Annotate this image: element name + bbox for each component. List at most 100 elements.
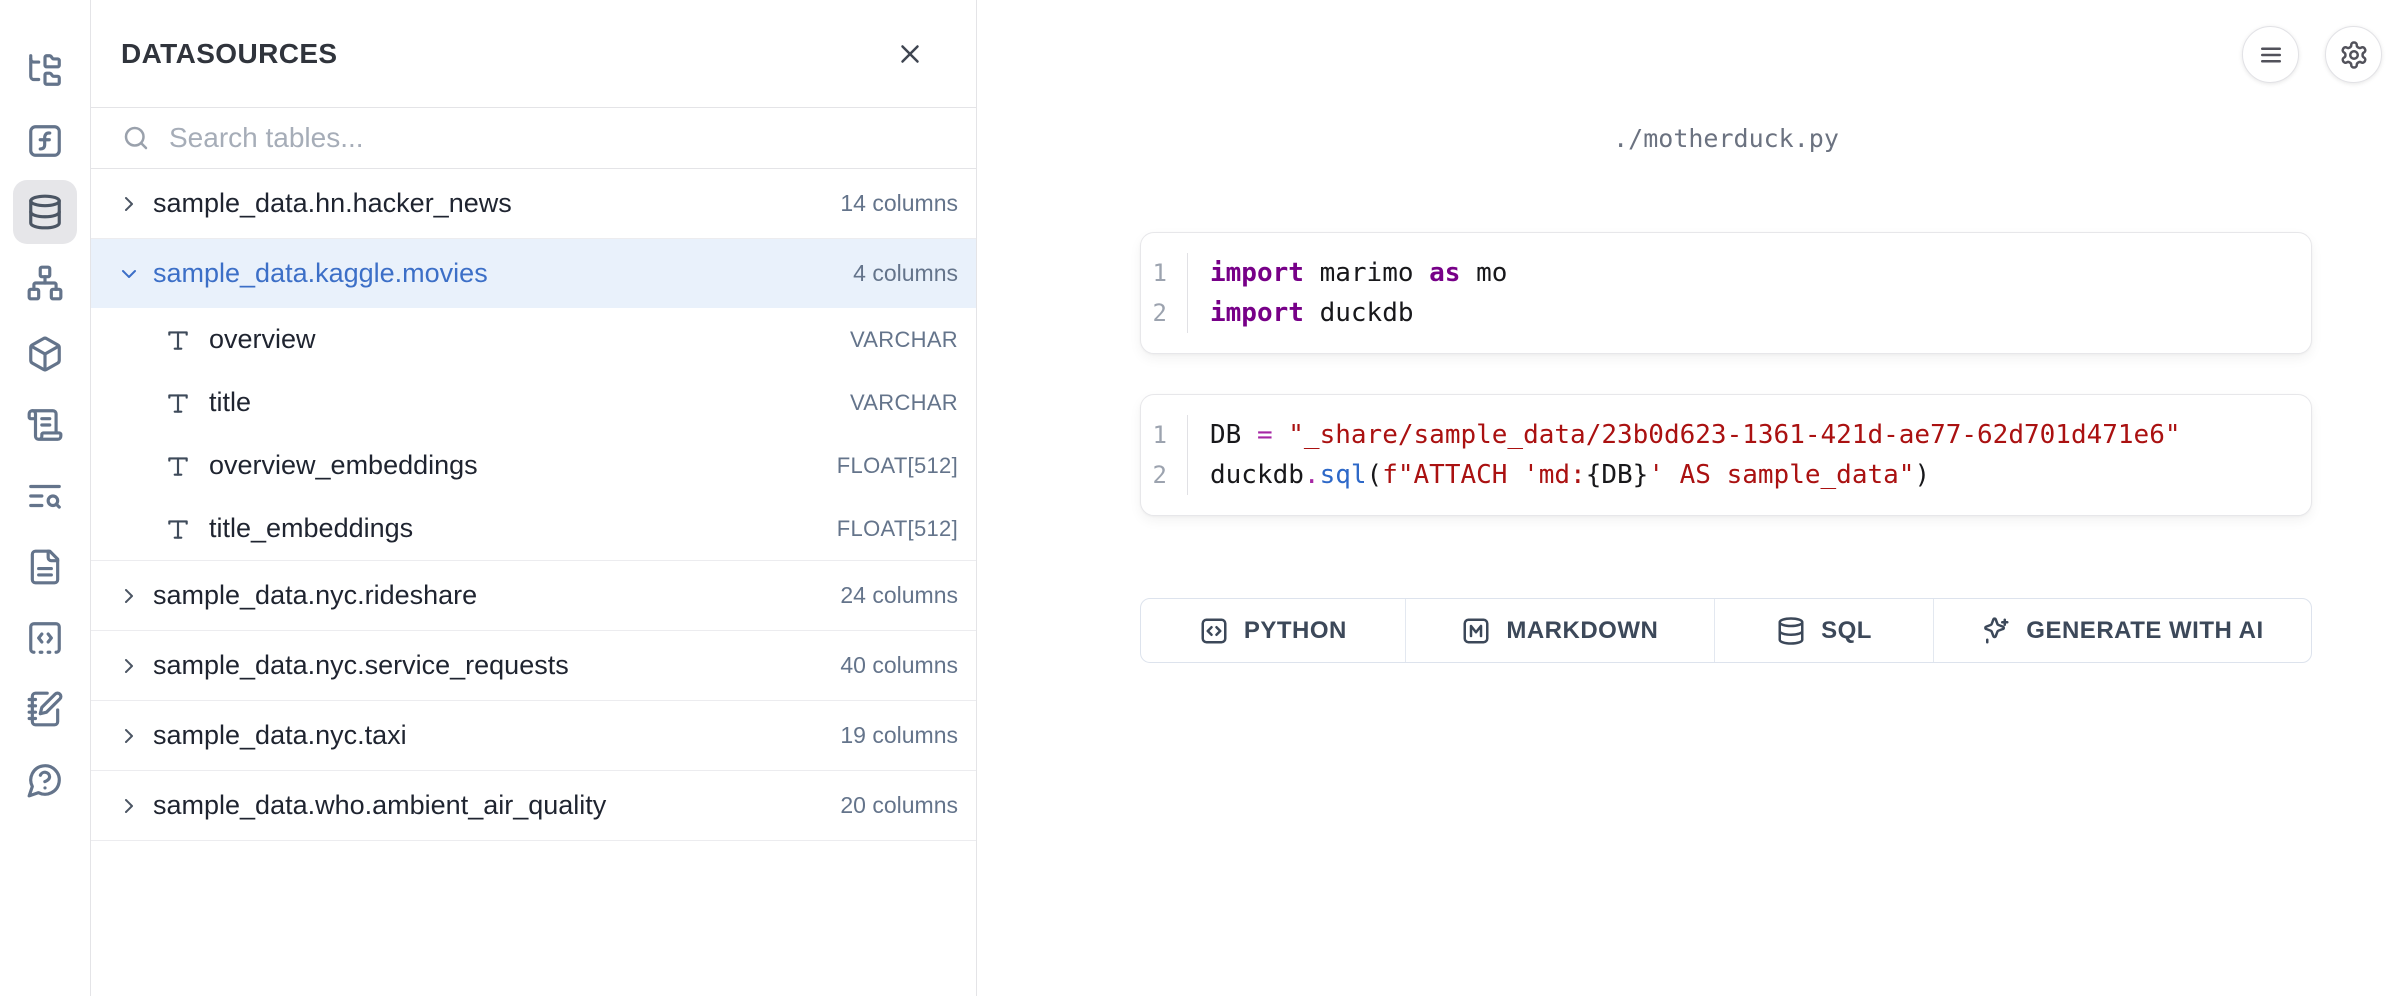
column-name: title_embeddings — [209, 513, 837, 544]
sidebar-item-dependencies[interactable] — [13, 251, 77, 315]
sidebar-item-file-explorer[interactable] — [13, 38, 77, 102]
notebook-menu-button[interactable] — [2242, 26, 2299, 83]
table-group: sample_data.who.ambient_air_quality20 co… — [91, 771, 976, 841]
menu-icon — [2256, 40, 2286, 70]
search-icon — [121, 123, 151, 153]
table-row[interactable]: sample_data.kaggle.movies4 columns — [91, 239, 976, 308]
table-group: sample_data.kaggle.movies4 columnsovervi… — [91, 239, 976, 561]
sidebar-item-help[interactable] — [13, 748, 77, 812]
settings-icon — [2339, 40, 2369, 70]
add-cell-button-label: SQL — [1821, 617, 1872, 645]
table-name: sample_data.nyc.service_requests — [153, 650, 840, 681]
table-group: sample_data.nyc.rideshare24 columns — [91, 561, 976, 631]
type-icon — [165, 390, 191, 416]
text-search-icon — [26, 477, 64, 515]
column-row[interactable]: title_embeddingsFLOAT[512] — [91, 497, 976, 560]
notebook-content: ./motherduck.py 1import marimo as mo2imp… — [1140, 0, 2312, 663]
chevron-right-icon — [117, 192, 141, 216]
chevron-right-icon — [117, 584, 141, 608]
table-row[interactable]: sample_data.nyc.taxi19 columns — [91, 701, 976, 770]
type-icon — [165, 327, 191, 353]
settings-button[interactable] — [2325, 26, 2382, 83]
chevron-right-icon — [117, 724, 141, 748]
table-row[interactable]: sample_data.nyc.rideshare24 columns — [91, 561, 976, 630]
column-type: FLOAT[512] — [837, 516, 958, 542]
add-cell-button-label: MARKDOWN — [1506, 617, 1658, 645]
table-column-count: 40 columns — [840, 652, 958, 679]
help-bubble-icon — [26, 761, 64, 799]
column-name: overview_embeddings — [209, 450, 837, 481]
sidebar-item-snippets[interactable] — [13, 606, 77, 670]
type-icon — [165, 453, 191, 479]
activity-bar — [0, 0, 91, 996]
close-icon — [895, 39, 925, 69]
table-row[interactable]: sample_data.who.ambient_air_quality20 co… — [91, 771, 976, 840]
table-group: sample_data.nyc.service_requests40 colum… — [91, 631, 976, 701]
code-text: import marimo as mo — [1187, 253, 2311, 293]
panel-title: DATASOURCES — [121, 38, 337, 70]
table-name: sample_data.nyc.rideshare — [153, 580, 840, 611]
sidebar-item-documentation[interactable] — [13, 535, 77, 599]
sidebar-item-variables[interactable] — [13, 109, 77, 173]
column-row[interactable]: overviewVARCHAR — [91, 308, 976, 371]
code-cell[interactable]: 1import marimo as mo2import duckdb — [1140, 232, 2312, 354]
code-text: duckdb.sql(f"ATTACH 'md:{DB}' AS sample_… — [1187, 455, 2311, 495]
line-number: 1 — [1141, 253, 1187, 293]
scroll-icon — [26, 406, 64, 444]
code-line: 2import duckdb — [1141, 293, 2311, 333]
snippets-icon — [26, 619, 64, 657]
panel-header: DATASOURCES — [91, 0, 976, 108]
folder-tree-icon — [26, 51, 64, 89]
datasources-panel: DATASOURCES sample_data.hn.hacker_news14… — [91, 0, 977, 996]
column-row[interactable]: titleVARCHAR — [91, 371, 976, 434]
table-list: sample_data.hn.hacker_news14 columnssamp… — [91, 169, 976, 996]
table-group: sample_data.hn.hacker_news14 columns — [91, 169, 976, 239]
search-input[interactable] — [169, 122, 946, 154]
markdown-square-icon — [1461, 616, 1491, 646]
function-square-icon — [26, 122, 64, 160]
database-icon — [1776, 616, 1806, 646]
table-column-count: 14 columns — [840, 190, 958, 217]
table-name: sample_data.who.ambient_air_quality — [153, 790, 840, 821]
table-row[interactable]: sample_data.hn.hacker_news14 columns — [91, 169, 976, 238]
app-window: DATASOURCES sample_data.hn.hacker_news14… — [0, 0, 2399, 996]
sidebar-item-logs[interactable] — [13, 393, 77, 457]
search-icon — [121, 123, 151, 153]
column-name: overview — [209, 324, 850, 355]
database-icon — [26, 193, 64, 231]
table-search-bar — [91, 108, 976, 169]
chevron-right-icon — [117, 794, 141, 818]
notebook-pen-icon — [26, 690, 64, 728]
line-number: 1 — [1141, 415, 1187, 455]
sidebar-item-scratchpad[interactable] — [13, 677, 77, 741]
column-row[interactable]: overview_embeddingsFLOAT[512] — [91, 434, 976, 497]
column-name: title — [209, 387, 850, 418]
sparkles-icon — [1981, 616, 2011, 646]
add-cell-button-label: GENERATE WITH AI — [2026, 617, 2263, 645]
add-cell-markdown-button[interactable]: MARKDOWN — [1406, 599, 1715, 662]
cells-container: 1import marimo as mo2import duckdb1DB = … — [1140, 232, 2312, 516]
add-cell-button-label: PYTHON — [1244, 617, 1347, 645]
code-line: 1import marimo as mo — [1141, 253, 2311, 293]
type-icon — [165, 516, 191, 542]
dependency-graph-icon — [26, 264, 64, 302]
sidebar-item-packages[interactable] — [13, 322, 77, 386]
notebook-main: ./motherduck.py 1import marimo as mo2imp… — [977, 0, 2399, 996]
sidebar-item-datasources[interactable] — [13, 180, 77, 244]
sidebar-item-tracing[interactable] — [13, 464, 77, 528]
chevron-right-icon — [117, 654, 141, 678]
notebook-filename[interactable]: ./motherduck.py — [1140, 118, 2312, 160]
code-cell[interactable]: 1DB = "_share/sample_data/23b0d623-1361-… — [1140, 394, 2312, 516]
column-type: VARCHAR — [850, 390, 958, 416]
add-cell-generate-with-ai-button[interactable]: GENERATE WITH AI — [1934, 599, 2311, 662]
package-icon — [26, 335, 64, 373]
table-row[interactable]: sample_data.nyc.service_requests40 colum… — [91, 631, 976, 700]
table-group: sample_data.nyc.taxi19 columns — [91, 701, 976, 771]
column-type: VARCHAR — [850, 327, 958, 353]
close-panel-button[interactable] — [890, 34, 930, 74]
table-column-count: 4 columns — [853, 260, 958, 287]
add-cell-python-button[interactable]: PYTHON — [1141, 599, 1406, 662]
chevron-down-icon — [117, 262, 141, 286]
add-cell-sql-button[interactable]: SQL — [1715, 599, 1934, 662]
table-column-count: 20 columns — [840, 792, 958, 819]
